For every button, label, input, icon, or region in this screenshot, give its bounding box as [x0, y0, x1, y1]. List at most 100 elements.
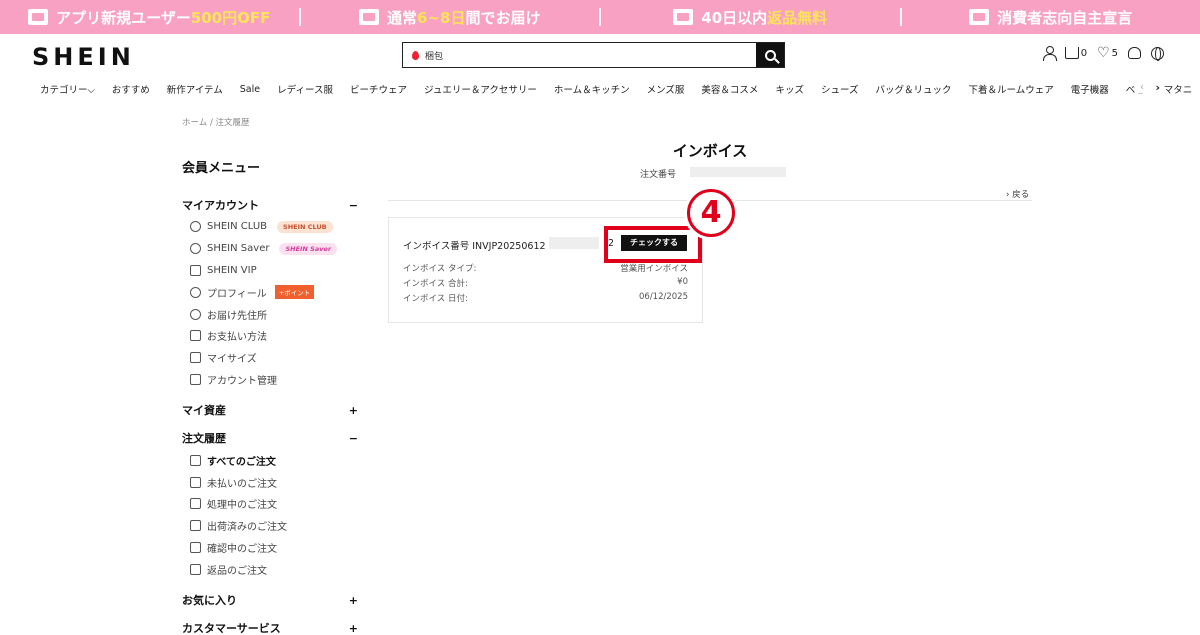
member-sidebar: 会員メニュー マイアカウント − SHEIN CLUB SHEIN CLUB S… [182, 157, 358, 635]
nav-jewelry[interactable]: ジュエリー＆アクセサリー [424, 82, 537, 96]
sidebar-item-label: 出荷済みのご注文 [207, 522, 287, 534]
sidebar-item-label: 未払いのご注文 [207, 478, 277, 490]
nav-category-menu[interactable]: カテゴリー⌵ [40, 82, 95, 96]
nav-mens[interactable]: メンズ服 [647, 82, 685, 96]
sidebar-item-unpaid-orders[interactable]: 未払いのご注文 [182, 471, 358, 493]
shipping-truck-icon [190, 520, 201, 532]
language-button[interactable] [1151, 46, 1164, 61]
promo-app-discount[interactable]: アプリ新規ユーザー500円OFF [0, 7, 299, 28]
collapse-icon[interactable]: − [349, 199, 358, 212]
promo-consumer-declaration[interactable]: 消費者志向自主宣言 [902, 7, 1200, 28]
sidebar-item-label: SHEIN CLUB [207, 221, 268, 233]
invoice-number: インボイス番号 INVJP20250612 [403, 241, 546, 252]
expand-icon[interactable]: + [349, 404, 358, 417]
invoice-number-redacted [549, 237, 599, 249]
sidebar-item-reviewing-orders[interactable]: 確認中のご注文 [182, 537, 358, 559]
wishlist-button[interactable]: ♡ 5 [1097, 46, 1118, 60]
shein-logo[interactable]: SHEIN [32, 43, 135, 71]
nav-home-kitchen[interactable]: ホーム＆キッチン [554, 82, 630, 96]
nav-electronics[interactable]: 電子機器 [1071, 82, 1109, 96]
sidebar-item-return-orders[interactable]: 返品のご注文 [182, 558, 358, 580]
sidebar-item-label: お届け先住所 [207, 310, 267, 322]
nav-scroll-left-icon[interactable]: ‹ [1136, 82, 1148, 93]
nav-bags[interactable]: バッグ＆リュック [875, 82, 951, 96]
truck-icon [359, 9, 379, 25]
return-icon [190, 563, 201, 575]
section-label: お気に入り [182, 594, 237, 608]
search-button[interactable] [756, 43, 784, 67]
support-button[interactable] [1128, 47, 1141, 59]
search-bar [402, 42, 785, 68]
sidebar-section-my-assets[interactable]: マイ資産 + [182, 399, 358, 421]
invoice-type-value: 営業用インボイス [620, 264, 688, 274]
section-label: マイアカウント [182, 199, 259, 212]
club-icon [190, 221, 201, 233]
promo-free-return[interactable]: 40日以内返品無料 [601, 7, 900, 28]
nav-shoes[interactable]: シューズ [821, 82, 859, 96]
sidebar-section-favorites[interactable]: お気に入り + [182, 589, 358, 611]
shein-saver-badge: SHEIN Saver [279, 242, 338, 255]
sidebar-item-label: マイサイズ [207, 354, 257, 366]
unpaid-icon [190, 476, 201, 488]
collapse-icon[interactable]: − [349, 432, 358, 445]
app-icon [28, 9, 49, 25]
nav-womens[interactable]: レディース服 [277, 82, 333, 96]
order-number-redacted [690, 167, 786, 177]
promo-delivery[interactable]: 通常6~8日間でお届け [301, 7, 600, 28]
nav-recommended[interactable]: おすすめ [112, 82, 150, 96]
tag-icon [190, 352, 201, 364]
promo-text: 消費者志向自主宣言 [997, 8, 1133, 27]
order-number-label: 注文番号 [640, 170, 677, 180]
nav-kids[interactable]: キッズ [775, 82, 804, 96]
nav-sale[interactable]: Sale [240, 84, 260, 95]
nav-scroll-right-icon[interactable]: › [1147, 81, 1164, 94]
sidebar-item-all-orders[interactable]: すべてのご注文 [182, 449, 358, 471]
sidebar-item-shein-vip[interactable]: SHEIN VIP [182, 260, 358, 282]
breadcrumb[interactable]: ホーム / 注文履歴 [182, 116, 250, 128]
invoice-total-label: インボイス 合計: [403, 279, 468, 289]
sidebar-item-label: SHEIN VIP [207, 264, 257, 276]
sidebar-item-profile[interactable]: プロフィール +ポイント [182, 281, 358, 303]
header-actions: 0 ♡ 5 [1042, 46, 1164, 61]
sidebar-item-account-management[interactable]: アカウント管理 [182, 369, 358, 391]
nav-new-items[interactable]: 新作アイテム [167, 82, 223, 96]
account-settings-icon [190, 373, 201, 385]
user-icon [190, 286, 201, 298]
sidebar-item-address[interactable]: お届け先住所 [182, 303, 358, 325]
sidebar-title: 会員メニュー [182, 161, 261, 176]
sidebar-item-label: お支払い方法 [207, 332, 267, 344]
promo-highlight: 500円OFF [190, 8, 271, 27]
sidebar-section-customer-service[interactable]: カスタマーサービス + [182, 617, 358, 635]
search-hint-icon [412, 51, 419, 60]
search-input[interactable] [403, 43, 756, 67]
sidebar-section-orders[interactable]: 注文履歴 − [182, 427, 358, 449]
sidebar-item-shipped-orders[interactable]: 出荷済みのご注文 [182, 515, 358, 537]
expand-icon[interactable]: + [349, 594, 358, 607]
account-button[interactable] [1042, 46, 1057, 61]
card-icon [190, 330, 201, 342]
heart-icon: ♡ [1097, 45, 1110, 61]
cart-button[interactable]: 0 [1064, 47, 1087, 59]
expand-icon[interactable]: + [349, 622, 358, 635]
nav-underwear[interactable]: 下着＆ルームウェア [969, 82, 1054, 96]
sidebar-item-payment[interactable]: お支払い方法 [182, 325, 358, 347]
return-box-icon [673, 9, 694, 25]
sidebar-section-my-account[interactable]: マイアカウント − [182, 194, 358, 216]
nav-beachwear[interactable]: ビーチウェア [350, 82, 407, 96]
location-pin-icon [190, 308, 201, 320]
people-icon [969, 9, 990, 25]
sidebar-item-processing-orders[interactable]: 処理中のご注文 [182, 493, 358, 515]
sidebar-item-shein-saver[interactable]: SHEIN Saver SHEIN Saver [182, 238, 358, 260]
sidebar-item-label: 確認中のご注文 [207, 543, 277, 555]
site-header: SHEIN 0 ♡5 [0, 34, 1200, 76]
section-label: カスタマーサービス [182, 622, 281, 635]
sidebar-item-my-size[interactable]: マイサイズ [182, 347, 358, 369]
points-badge: +ポイント [274, 285, 315, 300]
nav-beauty[interactable]: 美容＆コスメ [701, 82, 758, 96]
back-link[interactable]: › 戻る [1006, 188, 1029, 200]
invoice-date-label: インボイス 日付: [403, 294, 468, 304]
annotation-highlight-box [604, 226, 702, 263]
sidebar-item-shein-club[interactable]: SHEIN CLUB SHEIN CLUB [182, 216, 358, 238]
section-label: 注文履歴 [182, 432, 226, 446]
promo-bar: アプリ新規ユーザー500円OFF 通常6~8日間でお届け 40日以内返品無料 消… [0, 0, 1200, 34]
